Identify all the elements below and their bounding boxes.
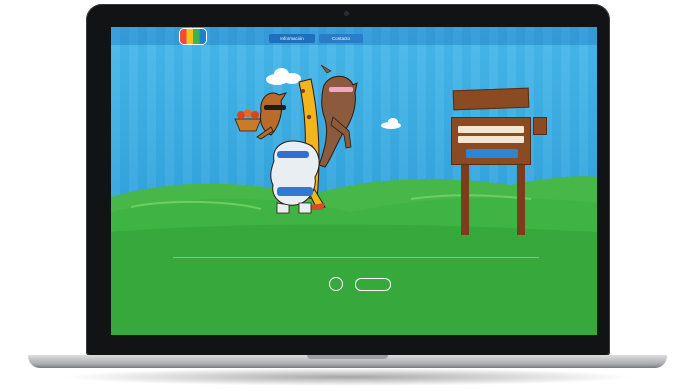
tree-pan-icon	[234, 109, 262, 132]
cow-character-icon	[318, 64, 358, 168]
sign-post-left	[461, 157, 469, 235]
laptop-screen: Información Contacto	[111, 27, 597, 335]
partner-logo-2[interactable]	[355, 278, 391, 291]
footer-divider	[173, 257, 539, 258]
laptop-shadow	[60, 368, 635, 386]
password-input[interactable]	[458, 136, 524, 143]
login-button[interactable]	[466, 149, 518, 158]
wooden-signpost	[451, 87, 581, 237]
sign-title	[452, 87, 530, 111]
fox-character-icon	[256, 92, 288, 140]
username-input[interactable]	[458, 126, 524, 133]
partner-logo-icon[interactable]	[329, 277, 343, 291]
laptop-camera-icon	[344, 11, 349, 16]
sign-arrow	[533, 117, 547, 135]
sign-post-right	[517, 157, 525, 235]
hippo-character-icon	[270, 140, 320, 214]
login-board	[451, 117, 531, 165]
laptop-notch	[307, 355, 388, 359]
